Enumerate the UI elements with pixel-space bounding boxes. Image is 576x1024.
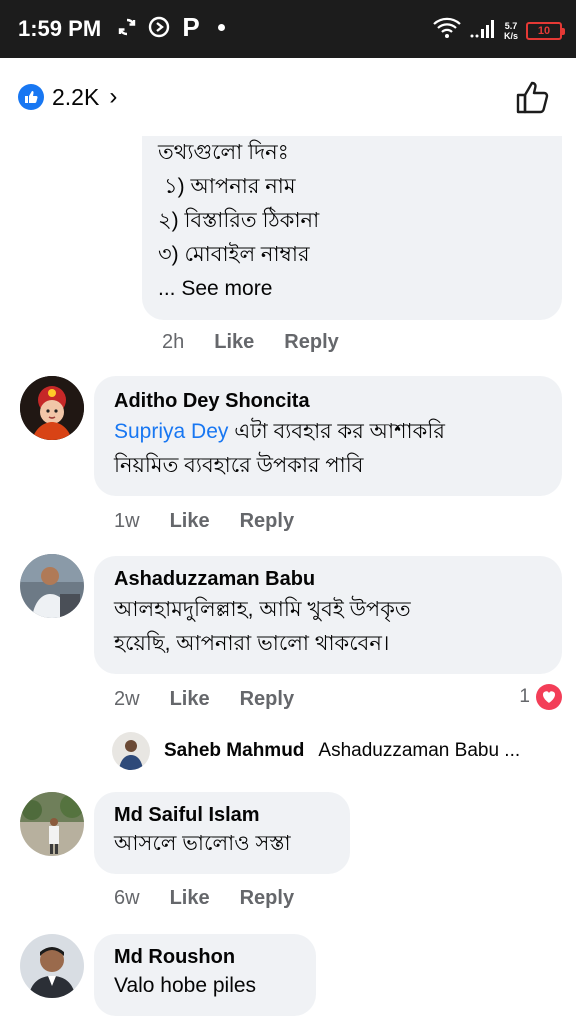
comment-text-line: নিয়মিত ব্যবহারে উপকার পাবি — [114, 454, 364, 477]
signal-icon — [470, 17, 496, 44]
header-mask: 2.2K › — [0, 58, 576, 136]
wifi-icon — [432, 17, 462, 44]
comment-actions: 6w Like Reply — [114, 887, 294, 910]
comment-bubble[interactable]: Md Saiful Islam আসলে ভালোও সস্তা — [94, 792, 350, 874]
like-button[interactable]: Like — [170, 510, 210, 533]
status-bar: 1:59 PM P 5.7 K/s 10 — [0, 0, 576, 58]
comment-bubble[interactable]: Ashaduzzaman Babu আলহামদুলিল্লাহ, আমি খু… — [94, 556, 562, 674]
reply-text: Ashaduzzaman Babu ... — [318, 740, 521, 761]
comment-time: 2w — [114, 688, 140, 710]
see-more-link[interactable]: ... See more — [158, 272, 562, 306]
comment-text-line: ২) বিস্তারিত ঠিকানা — [158, 209, 320, 232]
avatar[interactable] — [20, 554, 84, 618]
comment-text: Supriya Dey এটা ব্যবহার কর আশাকরি — [114, 415, 562, 449]
reply-button[interactable]: Reply — [240, 510, 294, 533]
avatar[interactable] — [20, 376, 84, 440]
commenter-name[interactable]: Aditho Dey Shoncita — [114, 390, 562, 413]
comment-text: আসলে ভালোও সস্তা — [114, 832, 291, 855]
commenter-name[interactable]: Md Roushon — [114, 946, 316, 969]
net-speed-value: 5.7 — [504, 20, 518, 31]
comment-text-line: ৩) মোবাইল নাম্বার — [158, 243, 310, 266]
comment-time: 6w — [114, 887, 140, 909]
avatar — [112, 732, 150, 770]
comment-text-part: এটা ব্যবহার কর আশাকরি — [228, 420, 445, 443]
comment-text-line: ১) আপনার নাম — [164, 175, 296, 198]
comment-bubble[interactable]: Aditho Dey Shoncita Supriya Dey এটা ব্যব… — [94, 376, 562, 496]
comment-text-line: আলহামদুলিল্লাহ, আমি খুবই উপকৃত — [114, 598, 411, 621]
comment-actions: 2w Like Reply — [114, 688, 294, 711]
reply-preview[interactable]: Saheb Mahmud Ashaduzzaman Babu ... — [112, 732, 520, 770]
reply-author[interactable]: Saheb Mahmud — [164, 740, 304, 762]
p-icon: P — [182, 12, 200, 42]
like-button[interactable]: Like — [170, 887, 210, 910]
comment-text: Valo hobe piles — [114, 974, 257, 997]
like-count-link[interactable]: 2.2K › — [18, 83, 117, 111]
comment-time: 1w — [114, 510, 140, 532]
commenter-name[interactable]: Ashaduzzaman Babu — [114, 568, 562, 591]
reaction-summary[interactable]: 1 — [519, 684, 562, 710]
reaction-count: 1 — [519, 686, 530, 707]
comment-bubble[interactable]: Md Roushon Valo hobe piles — [94, 934, 316, 1016]
avatar[interactable] — [20, 792, 84, 856]
play-circle-icon — [148, 16, 170, 38]
commenter-name[interactable]: Md Saiful Islam — [114, 804, 350, 827]
battery-icon: 10 — [526, 21, 565, 40]
like-button[interactable]: Like — [214, 331, 254, 354]
dot-icon — [218, 23, 225, 31]
status-time: 1:59 PM — [18, 16, 102, 41]
net-speed: 5.7 K/s — [504, 21, 518, 41]
mention-link[interactable]: Supriya Dey — [114, 420, 228, 443]
thumbs-up-outline-icon[interactable] — [514, 78, 552, 116]
like-badge-icon — [18, 84, 44, 110]
status-right-icons: 5.7 K/s 10 — [432, 17, 565, 44]
comment-time: 2h — [162, 331, 185, 353]
net-speed-unit: K/s — [503, 30, 518, 41]
comment-text-line: তথ্যগুলো দিনঃ — [158, 141, 289, 164]
reply-button[interactable]: Reply — [240, 688, 294, 711]
reply-button[interactable]: Reply — [240, 887, 294, 910]
chevron-right-icon: › — [109, 83, 118, 110]
battery-level: 10 — [537, 24, 551, 37]
status-left-icons: P — [116, 12, 225, 42]
comment-text-line: হয়েছি, আপনারা ভালো থাকবেন। — [114, 632, 390, 655]
love-reaction-icon — [536, 684, 562, 710]
comment-bubble[interactable]: তথ্যগুলো দিনঃ ১) আপনার নাম ২) বিস্তারিত … — [142, 118, 562, 320]
like-count: 2.2K — [52, 83, 100, 110]
comment-actions: 1w Like Reply — [114, 510, 294, 533]
avatar[interactable] — [20, 934, 84, 998]
like-button[interactable]: Like — [170, 688, 210, 711]
comment-actions: 2h Like Reply — [162, 331, 339, 354]
reply-button[interactable]: Reply — [284, 331, 338, 354]
sync-icon — [116, 16, 138, 38]
